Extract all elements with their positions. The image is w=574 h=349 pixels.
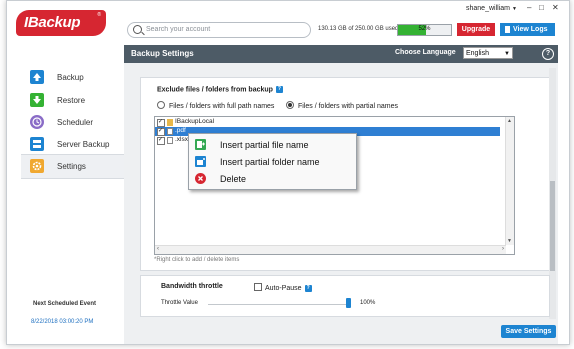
- delete-icon: [195, 173, 206, 184]
- username: shane_william: [466, 5, 510, 12]
- help-icon[interactable]: ?: [275, 86, 283, 93]
- quota-progress-bar: 52%: [397, 24, 452, 36]
- view-logs-button[interactable]: View Logs: [500, 23, 555, 36]
- view-logs-label: View Logs: [513, 26, 548, 33]
- sidebar: Backup Restore Scheduler Server Backup S…: [7, 63, 124, 344]
- search-box[interactable]: [127, 22, 311, 38]
- checkbox[interactable]: [157, 118, 165, 127]
- backup-icon: [30, 70, 44, 84]
- list-item-label: .pdf: [175, 127, 186, 134]
- server-icon: [30, 137, 44, 151]
- insert-file-icon: [195, 139, 206, 150]
- next-scheduled-event-time[interactable]: 8/22/2018 03:00:20 PM: [31, 319, 93, 325]
- checkbox[interactable]: [157, 136, 165, 145]
- throttle-slider-track[interactable]: [208, 304, 348, 305]
- radio-button[interactable]: [286, 101, 294, 109]
- radio-button[interactable]: [157, 101, 165, 109]
- auto-pause-checkbox[interactable]: Auto-Pause?: [254, 283, 312, 292]
- file-icon: [167, 137, 173, 144]
- restore-icon: [30, 93, 44, 107]
- sidebar-item-label: Server Backup: [57, 140, 110, 149]
- scroll-down-icon[interactable]: ▼: [507, 238, 512, 244]
- radio-full-path[interactable]: Files / folders with full path names: [157, 101, 274, 110]
- page-title: Backup Settings: [131, 49, 194, 58]
- scroll-right-icon[interactable]: ›: [502, 246, 504, 252]
- folder-icon: [167, 119, 173, 126]
- language-select[interactable]: English ▼: [463, 47, 513, 59]
- sidebar-item-settings[interactable]: Settings: [21, 154, 124, 179]
- upgrade-button[interactable]: Upgrade: [457, 23, 495, 36]
- radio-label: Files / folders with partial names: [298, 103, 398, 110]
- sidebar-item-backup[interactable]: Backup: [21, 66, 124, 89]
- file-icon: [167, 128, 173, 135]
- exclude-title-text: Exclude files / folders from backup: [157, 86, 273, 94]
- menu-item-delete[interactable]: Delete: [189, 170, 356, 187]
- logo-mark: ®: [97, 12, 101, 18]
- menu-item-label: Delete: [220, 174, 247, 184]
- radio-label: Files / folders with full path names: [169, 103, 275, 110]
- vertical-scrollbar[interactable]: ▲ ▼: [505, 117, 514, 245]
- scheduler-icon: [30, 115, 44, 129]
- context-menu: Insert partial file name Insert partial …: [188, 133, 357, 190]
- sidebar-item-scheduler[interactable]: Scheduler: [21, 111, 124, 134]
- next-scheduled-event-label: Next Scheduled Event: [33, 301, 97, 307]
- top-bar: IBackup ® 130.13 GB of 250.00 GB used 52…: [7, 1, 569, 45]
- settings-icon: [30, 159, 44, 173]
- sidebar-item-restore[interactable]: Restore: [21, 89, 124, 112]
- save-settings-button[interactable]: Save Settings: [501, 325, 556, 338]
- close-button[interactable]: ✕: [552, 3, 559, 12]
- checkbox[interactable]: [254, 283, 262, 291]
- horizontal-scrollbar[interactable]: ‹ ›: [155, 245, 506, 254]
- chevron-down-icon: ▼: [511, 6, 517, 12]
- content-scrollbar[interactable]: [549, 68, 556, 319]
- bandwidth-panel: Bandwidth throttle Auto-Pause? Throttle …: [140, 275, 550, 317]
- checkbox[interactable]: [157, 127, 165, 136]
- help-icon[interactable]: ?: [304, 284, 312, 292]
- list-item[interactable]: IBackupLocal: [155, 118, 500, 127]
- throttle-value: 100%: [360, 300, 376, 306]
- search-icon: [133, 25, 142, 34]
- list-item-label: .xlsx: [175, 136, 188, 143]
- radio-partial-name[interactable]: Files / folders with partial names: [286, 101, 398, 110]
- exclude-hint: *Right click to add / delete items: [154, 257, 240, 263]
- settings-content: Exclude files / folders from backup? Fil…: [124, 63, 558, 344]
- menu-item-label: Insert partial file name: [220, 140, 309, 150]
- auto-pause-label: Auto-Pause: [265, 285, 302, 292]
- help-icon[interactable]: ?: [542, 48, 554, 60]
- menu-item-label: Insert partial folder name: [220, 157, 320, 167]
- quota-progress-label: 52%: [418, 26, 431, 32]
- bandwidth-title: Bandwidth throttle: [161, 283, 223, 290]
- language-label: Choose Language: [395, 49, 456, 56]
- throttle-value-label: Throttle Value: [161, 300, 198, 306]
- scrollbar-thumb[interactable]: [550, 181, 555, 271]
- insert-folder-icon: [195, 156, 206, 167]
- search-input[interactable]: [146, 24, 296, 35]
- language-value: English: [466, 50, 489, 57]
- sidebar-item-label: Scheduler: [57, 118, 94, 127]
- scroll-up-icon[interactable]: ▲: [507, 118, 512, 124]
- scroll-left-icon[interactable]: ‹: [157, 246, 159, 252]
- page-header: Backup Settings Choose Language English …: [124, 45, 558, 63]
- user-menu[interactable]: shane_william ▼: [466, 5, 517, 12]
- logo-text: IBackup: [24, 14, 81, 31]
- menu-item-insert-file[interactable]: Insert partial file name: [189, 136, 356, 153]
- sidebar-item-label: Backup: [57, 73, 84, 82]
- ibackup-logo: IBackup ®: [16, 10, 106, 36]
- sidebar-item-label: Settings: [57, 162, 86, 171]
- sidebar-item-label: Restore: [57, 96, 86, 105]
- list-item-label: IBackupLocal: [175, 118, 215, 125]
- chevron-down-icon: ▼: [504, 51, 510, 57]
- app-window: IBackup ® 130.13 GB of 250.00 GB used 52…: [6, 0, 570, 345]
- exclude-title: Exclude files / folders from backup?: [157, 86, 283, 93]
- sidebar-item-server-backup[interactable]: Server Backup: [21, 133, 124, 156]
- menu-item-insert-folder[interactable]: Insert partial folder name: [189, 153, 356, 170]
- maximize-button[interactable]: □: [539, 3, 544, 12]
- storage-usage-text: 130.13 GB of 250.00 GB used: [318, 26, 399, 32]
- throttle-slider-handle[interactable]: [346, 298, 351, 308]
- document-icon: [505, 26, 510, 33]
- minimize-button[interactable]: –: [527, 3, 531, 12]
